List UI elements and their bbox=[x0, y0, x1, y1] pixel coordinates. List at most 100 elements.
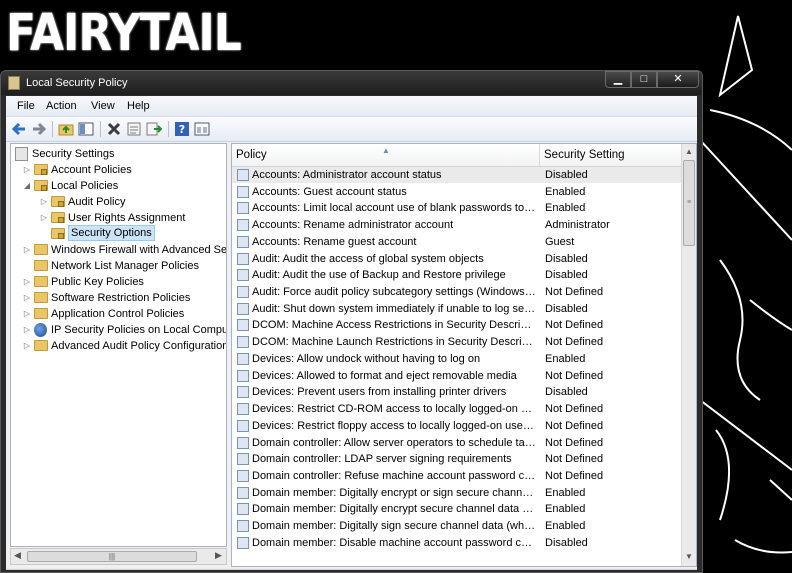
policy-row[interactable]: Domain member: Disable machine account p… bbox=[232, 535, 681, 551]
policy-row[interactable]: Devices: Restrict floppy access to local… bbox=[232, 418, 681, 434]
policy-row[interactable]: Devices: Restrict CD-ROM access to local… bbox=[232, 401, 681, 417]
policy-name: Devices: Allow undock without having to … bbox=[252, 352, 481, 365]
policy-row[interactable]: Domain member: Digitally encrypt or sign… bbox=[232, 485, 681, 501]
policy-row[interactable]: Audit: Audit the access of global system… bbox=[232, 251, 681, 267]
forward-icon[interactable] bbox=[31, 121, 47, 137]
toolbar-separator bbox=[100, 121, 101, 137]
show-hide-tree-icon[interactable] bbox=[78, 121, 94, 137]
policy-row[interactable]: Audit: Force audit policy subcategory se… bbox=[232, 284, 681, 300]
back-icon[interactable] bbox=[11, 121, 27, 137]
scroll-thumb[interactable]: ||| bbox=[27, 551, 197, 562]
policy-row[interactable]: Devices: Prevent users from installing p… bbox=[232, 384, 681, 400]
tree-collapsed-arrow-icon[interactable]: ▷ bbox=[23, 322, 31, 338]
tree-collapsed-arrow-icon[interactable]: ▷ bbox=[23, 162, 31, 178]
folder-icon bbox=[34, 292, 48, 303]
policy-setting-icon bbox=[237, 486, 249, 499]
policy-setting-icon bbox=[237, 286, 249, 299]
policy-row[interactable]: Domain controller: LDAP server signing r… bbox=[232, 451, 681, 467]
menu-bar: File Action View Help bbox=[6, 96, 697, 117]
tree-item[interactable]: ▷ IP Security Policies on Local Compute bbox=[11, 322, 227, 338]
title-bar[interactable]: Local Security Policy ▁ □ ✕ bbox=[1, 71, 702, 95]
scroll-up-arrow-icon[interactable]: ▲ bbox=[685, 147, 693, 156]
tree-item[interactable]: Network List Manager Policies bbox=[11, 258, 226, 274]
policy-security-setting: Not Defined bbox=[545, 403, 604, 416]
tree-collapsed-arrow-icon[interactable]: ▷ bbox=[23, 306, 31, 322]
scroll-down-arrow-icon[interactable]: ▼ bbox=[685, 552, 693, 561]
policy-setting-icon bbox=[237, 536, 249, 549]
console-view-icon[interactable] bbox=[194, 121, 210, 137]
tree-collapsed-arrow-icon[interactable]: ▷ bbox=[23, 338, 31, 354]
close-button[interactable]: ✕ bbox=[657, 71, 699, 88]
policy-row[interactable]: Accounts: Rename administrator account Ad… bbox=[232, 217, 681, 233]
tree-collapsed-arrow-icon[interactable]: ▷ bbox=[23, 242, 31, 258]
column-header-policy[interactable]: Policy ▲ bbox=[232, 144, 540, 166]
tree-item[interactable]: ▷ Account Policies bbox=[11, 162, 226, 178]
policy-setting-icon bbox=[237, 503, 249, 516]
help-icon[interactable]: ? bbox=[174, 121, 190, 137]
policy-row[interactable]: Domain member: Digitally encrypt secure … bbox=[232, 501, 681, 517]
scroll-right-arrow-icon[interactable]: ▶ bbox=[215, 550, 222, 561]
tree-item-label: Security Options bbox=[68, 225, 155, 241]
folder-icon bbox=[34, 276, 48, 287]
tree-item[interactable]: ▷ Windows Firewall with Advanced Secu bbox=[11, 242, 227, 258]
policy-row[interactable]: DCOM: Machine Launch Restrictions in Sec… bbox=[232, 334, 681, 350]
tree-item-label: Security Settings bbox=[32, 148, 115, 160]
column-header-security-setting[interactable]: Security Setting bbox=[540, 144, 681, 166]
tree-item-label: IP Security Policies on Local Compute bbox=[51, 324, 227, 336]
policy-setting-icon bbox=[237, 235, 249, 248]
policy-row[interactable]: Domain member: Digitally sign secure cha… bbox=[232, 518, 681, 534]
policy-row[interactable]: Domain controller: Refuse machine accoun… bbox=[232, 468, 681, 484]
menu-help[interactable]: Help bbox=[127, 100, 150, 112]
tree-item[interactable]: ▷ Audit Policy bbox=[11, 194, 226, 210]
policy-row[interactable]: Devices: Allowed to format and eject rem… bbox=[232, 368, 681, 384]
policy-name: DCOM: Machine Access Restrictions in Sec… bbox=[252, 319, 536, 332]
policy-row[interactable]: Accounts: Limit local account use of bla… bbox=[232, 200, 681, 216]
tree-expanded-arrow-icon[interactable]: ◢ bbox=[23, 178, 31, 194]
policy-security-setting: Not Defined bbox=[545, 369, 604, 382]
tree-item[interactable]: Security Settings bbox=[11, 146, 226, 162]
scroll-left-arrow-icon[interactable]: ◀ bbox=[14, 550, 21, 561]
policy-row[interactable]: Domain controller: Allow server operator… bbox=[232, 435, 681, 451]
minimize-button[interactable]: ▁ bbox=[605, 71, 631, 88]
tree-item[interactable]: ▷ User Rights Assignment bbox=[11, 210, 226, 226]
tree-item-label: Advanced Audit Policy Configuration bbox=[51, 340, 227, 352]
tree-collapsed-arrow-icon[interactable]: ▷ bbox=[40, 210, 48, 226]
policy-row[interactable]: Accounts: Guest account status Enabled bbox=[232, 184, 681, 200]
policy-security-setting: Not Defined bbox=[545, 336, 604, 349]
policy-name: Domain controller: Allow server operator… bbox=[252, 436, 536, 449]
policy-name: DCOM: Machine Launch Restrictions in Sec… bbox=[252, 336, 536, 349]
tree-collapsed-arrow-icon[interactable]: ▷ bbox=[23, 274, 31, 290]
up-folder-icon[interactable] bbox=[58, 121, 74, 137]
security-policy-app-icon bbox=[8, 76, 20, 90]
policy-row[interactable]: Audit: Audit the use of Backup and Resto… bbox=[232, 267, 681, 283]
tree-item[interactable]: ▷ Public Key Policies bbox=[11, 274, 226, 290]
maximize-button[interactable]: □ bbox=[631, 71, 657, 88]
menu-view[interactable]: View bbox=[91, 100, 115, 112]
tree-collapsed-arrow-icon[interactable]: ▷ bbox=[23, 290, 31, 306]
delete-icon[interactable] bbox=[106, 121, 122, 137]
tree-horizontal-scrollbar[interactable]: ◀ ||| ▶ bbox=[10, 548, 227, 565]
tree-item[interactable]: ◢ Local Policies bbox=[11, 178, 226, 194]
list-vertical-scrollbar[interactable]: ▲ ≡ ▼ bbox=[681, 144, 696, 566]
policy-row[interactable]: Devices: Allow undock without having to … bbox=[232, 351, 681, 367]
scroll-thumb[interactable]: ≡ bbox=[683, 160, 695, 246]
tree-item[interactable]: ▷ Advanced Audit Policy Configuration bbox=[11, 338, 227, 354]
export-list-icon[interactable] bbox=[146, 121, 162, 137]
properties-icon[interactable] bbox=[126, 121, 142, 137]
policy-security-setting: Not Defined bbox=[545, 453, 604, 466]
menu-file[interactable]: File bbox=[17, 100, 35, 112]
tree-item[interactable]: ▷ Application Control Policies bbox=[11, 306, 226, 322]
locked-folder-icon bbox=[51, 228, 65, 239]
policy-row[interactable]: Audit: Shut down system immediately if u… bbox=[232, 301, 681, 317]
policy-row[interactable]: Accounts: Rename guest account Guest bbox=[232, 234, 681, 250]
tree-collapsed-arrow-icon[interactable]: ▷ bbox=[40, 194, 48, 210]
tree-item-label: Windows Firewall with Advanced Secu bbox=[51, 244, 227, 256]
menu-action[interactable]: Action bbox=[46, 100, 77, 112]
policy-row[interactable]: DCOM: Machine Access Restrictions in Sec… bbox=[232, 317, 681, 333]
policy-security-setting: Not Defined bbox=[545, 286, 604, 299]
tree-item[interactable]: Security Options bbox=[11, 225, 226, 242]
tree-item[interactable]: ▷ Software Restriction Policies bbox=[11, 290, 226, 306]
locked-folder-icon bbox=[34, 180, 48, 191]
policy-setting-icon bbox=[237, 453, 249, 466]
policy-row[interactable]: Accounts: Administrator account status Di… bbox=[232, 167, 681, 183]
